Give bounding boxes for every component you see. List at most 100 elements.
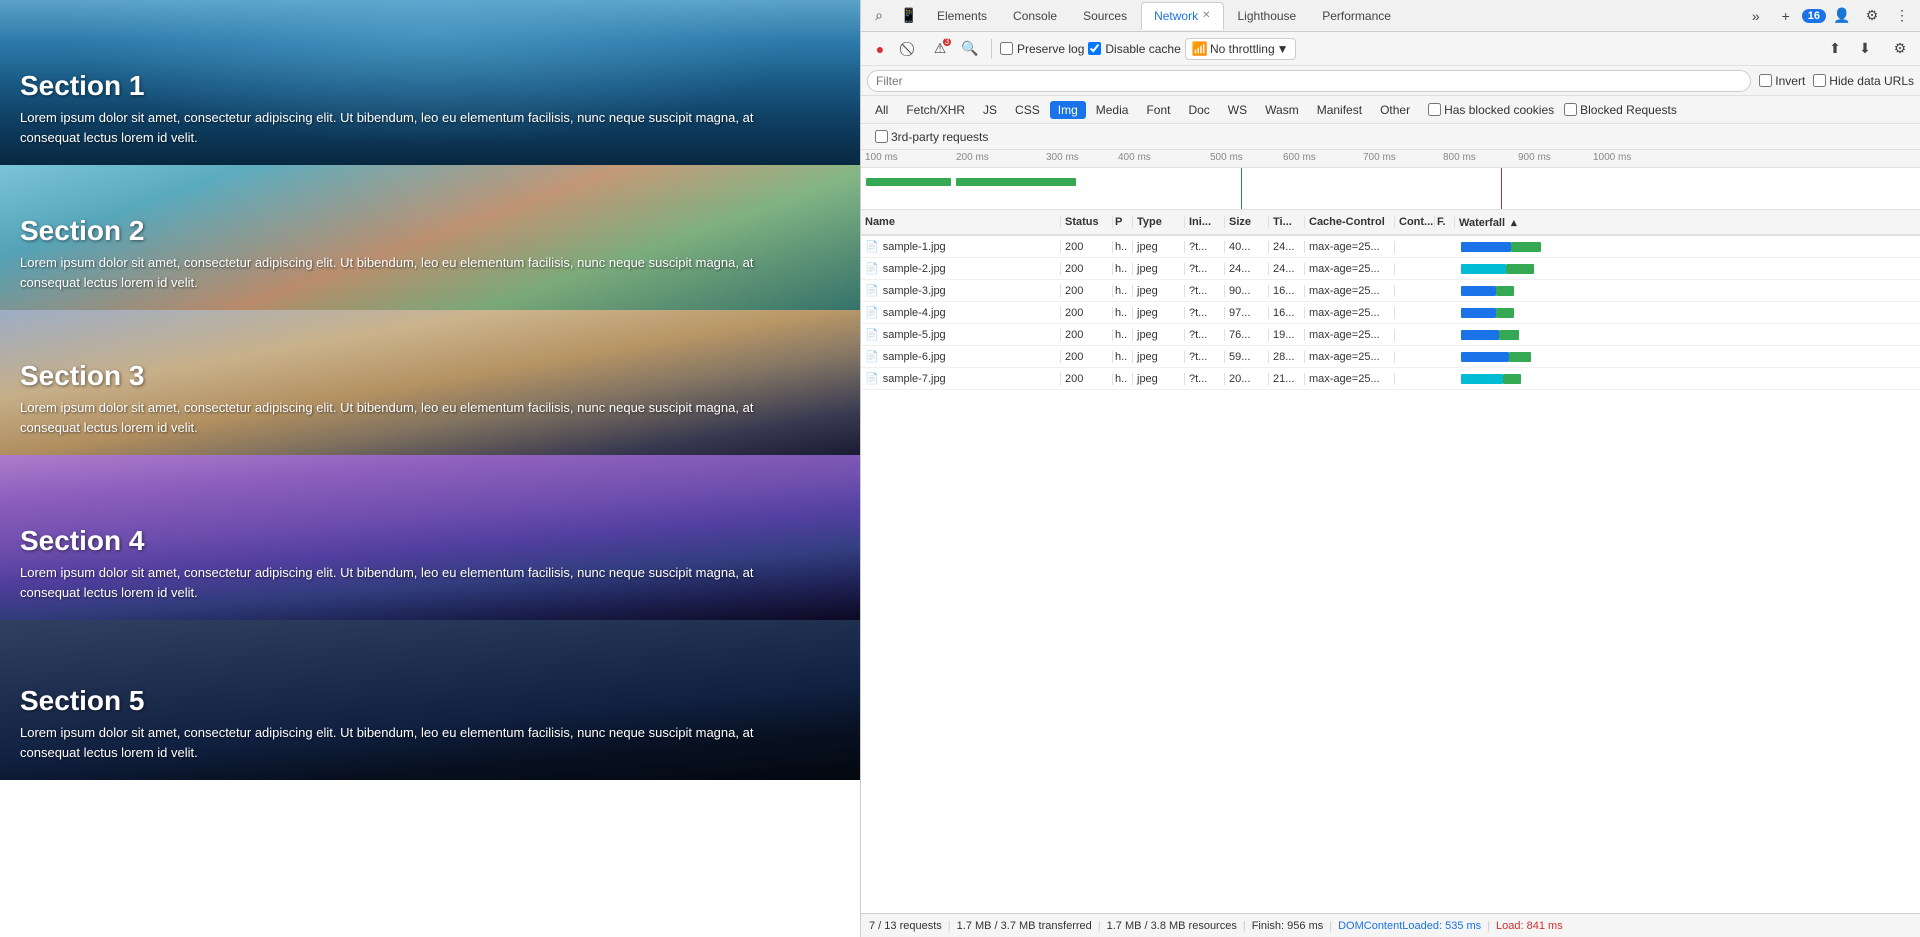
col-header-cache[interactable]: Cache-Control bbox=[1305, 216, 1395, 228]
add-tab-button[interactable]: + bbox=[1772, 2, 1800, 30]
preserve-log-label: Preserve log bbox=[1017, 42, 1084, 56]
record-button[interactable]: ● bbox=[867, 36, 893, 62]
section-4-title: Section 4 bbox=[20, 525, 840, 557]
type-btn-fetchxhr[interactable]: Fetch/XHR bbox=[898, 101, 973, 119]
devtools-inspect-button[interactable]: ⌕ bbox=[865, 2, 893, 30]
import-button[interactable]: ⬆ bbox=[1822, 36, 1848, 62]
cell-time-2: 16... bbox=[1269, 285, 1305, 297]
col-header-time[interactable]: Ti... bbox=[1269, 216, 1305, 228]
col-header-size[interactable]: Size bbox=[1225, 216, 1269, 228]
cell-ini-1: ?t... bbox=[1185, 263, 1225, 275]
col-header-name[interactable]: Name bbox=[861, 216, 1061, 228]
section-5-title: Section 5 bbox=[20, 685, 840, 717]
tab-elements[interactable]: Elements bbox=[925, 2, 999, 30]
waterfall-bar-container-3 bbox=[1459, 306, 1916, 320]
table-row[interactable]: 📄sample-5.jpg 200 h.. jpeg ?t... 76... 1… bbox=[861, 324, 1920, 346]
col-header-cont[interactable]: Cont... bbox=[1395, 216, 1435, 228]
cell-time-6: 21... bbox=[1269, 373, 1305, 385]
disable-cache-checkbox[interactable] bbox=[1088, 42, 1101, 55]
preserve-log-checkbox-label[interactable]: Preserve log bbox=[1000, 42, 1084, 56]
status-load: Load: 841 ms bbox=[1496, 920, 1563, 932]
cell-ini-6: ?t... bbox=[1185, 373, 1225, 385]
error-badge-button[interactable]: ⚠ 3 bbox=[927, 36, 953, 62]
invert-checkbox-label[interactable]: Invert bbox=[1759, 74, 1805, 88]
has-blocked-cookies-label[interactable]: Has blocked cookies bbox=[1428, 103, 1554, 117]
timeline-chart[interactable] bbox=[861, 168, 1920, 210]
type-btn-manifest[interactable]: Manifest bbox=[1309, 101, 1370, 119]
tab-lighthouse[interactable]: Lighthouse bbox=[1226, 2, 1309, 30]
tab-network-close-icon[interactable]: ✕ bbox=[1202, 10, 1210, 21]
tab-console[interactable]: Console bbox=[1001, 2, 1069, 30]
type-btn-font[interactable]: Font bbox=[1138, 101, 1178, 119]
type-btn-css[interactable]: CSS bbox=[1007, 101, 1048, 119]
blocked-requests-text: Blocked Requests bbox=[1580, 103, 1677, 117]
tab-network[interactable]: Network ✕ bbox=[1141, 2, 1223, 30]
waterfall-bar-blue-6 bbox=[1461, 374, 1503, 384]
col-header-p[interactable]: P bbox=[1113, 216, 1133, 228]
hide-data-urls-checkbox[interactable] bbox=[1813, 74, 1826, 87]
type-btn-wasm[interactable]: Wasm bbox=[1257, 101, 1307, 119]
col-header-ini[interactable]: Ini... bbox=[1185, 216, 1225, 228]
invert-checkbox[interactable] bbox=[1759, 74, 1772, 87]
waterfall-bar-container-1 bbox=[1459, 262, 1916, 276]
devtools-panel: ⌕ 📱 Elements Console Sources Network ✕ L… bbox=[860, 0, 1920, 937]
3rdparty-checkbox[interactable] bbox=[875, 130, 888, 143]
section-5-text: Lorem ipsum dolor sit amet, consectetur … bbox=[20, 723, 770, 762]
col-header-f[interactable]: F. bbox=[1435, 216, 1455, 228]
type-btn-doc[interactable]: Doc bbox=[1180, 101, 1217, 119]
3rdparty-label[interactable]: 3rd-party requests bbox=[875, 130, 988, 144]
file-icon-2: 📄 bbox=[865, 285, 879, 297]
cell-type-5: jpeg bbox=[1133, 351, 1185, 363]
cell-ini-4: ?t... bbox=[1185, 329, 1225, 341]
type-btn-img[interactable]: Img bbox=[1050, 101, 1086, 119]
hide-data-urls-label: Hide data URLs bbox=[1829, 74, 1914, 88]
cell-ini-0: ?t... bbox=[1185, 241, 1225, 253]
cell-size-2: 90... bbox=[1225, 285, 1269, 297]
throttling-dropdown[interactable]: 📶 No throttling ▼ bbox=[1185, 38, 1296, 60]
disable-cache-checkbox-label[interactable]: Disable cache bbox=[1088, 42, 1180, 56]
type-btn-all[interactable]: All bbox=[867, 101, 896, 119]
type-btn-other[interactable]: Other bbox=[1372, 101, 1418, 119]
filter-input[interactable] bbox=[867, 70, 1751, 92]
devtools-3rdparty-bar: 3rd-party requests bbox=[861, 124, 1920, 150]
more-options-button[interactable]: ⋮ bbox=[1888, 2, 1916, 30]
type-btn-ws[interactable]: WS bbox=[1220, 101, 1255, 119]
col-header-status[interactable]: Status bbox=[1061, 216, 1113, 228]
search-button[interactable]: 🔍 bbox=[957, 36, 983, 62]
network-settings-button[interactable]: ⚙ bbox=[1886, 35, 1914, 63]
blocked-requests-label[interactable]: Blocked Requests bbox=[1564, 103, 1677, 117]
tab-sources[interactable]: Sources bbox=[1071, 2, 1139, 30]
clear-button[interactable]: ⃠ bbox=[897, 36, 923, 62]
cell-cache-4: max-age=25... bbox=[1305, 329, 1395, 341]
profile-button[interactable]: 👤 bbox=[1828, 2, 1856, 30]
has-blocked-cookies-checkbox[interactable] bbox=[1428, 103, 1441, 116]
cell-ini-3: ?t... bbox=[1185, 307, 1225, 319]
devtools-device-button[interactable]: 📱 bbox=[895, 2, 923, 30]
cell-name-4: 📄sample-5.jpg bbox=[861, 328, 1061, 341]
tab-performance[interactable]: Performance bbox=[1310, 2, 1403, 30]
type-btn-js[interactable]: JS bbox=[975, 101, 1005, 119]
cell-type-4: jpeg bbox=[1133, 329, 1185, 341]
settings-button[interactable]: ⚙ bbox=[1858, 2, 1886, 30]
cell-waterfall-2 bbox=[1455, 284, 1920, 298]
table-row[interactable]: 📄sample-7.jpg 200 h.. jpeg ?t... 20... 2… bbox=[861, 368, 1920, 390]
ruler-tick-500: 500 ms bbox=[1208, 150, 1243, 163]
table-row[interactable]: 📄sample-4.jpg 200 h.. jpeg ?t... 97... 1… bbox=[861, 302, 1920, 324]
table-row[interactable]: 📄sample-3.jpg 200 h.. jpeg ?t... 90... 1… bbox=[861, 280, 1920, 302]
col-header-waterfall[interactable]: Waterfall ▴ bbox=[1455, 216, 1920, 229]
hide-data-urls-checkbox-label[interactable]: Hide data URLs bbox=[1813, 74, 1914, 88]
cell-status-2: 200 bbox=[1061, 285, 1113, 297]
table-row[interactable]: 📄sample-1.jpg 200 h.. jpeg ?t... 40... 2… bbox=[861, 236, 1920, 258]
type-btn-media[interactable]: Media bbox=[1088, 101, 1137, 119]
table-row[interactable]: 📄sample-6.jpg 200 h.. jpeg ?t... 59... 2… bbox=[861, 346, 1920, 368]
devtools-network-table[interactable]: Name Status P Type Ini... Size Ti... Cac… bbox=[861, 210, 1920, 913]
col-header-type[interactable]: Type bbox=[1133, 216, 1185, 228]
has-blocked-cookies-text: Has blocked cookies bbox=[1444, 103, 1554, 117]
blocked-requests-checkbox[interactable] bbox=[1564, 103, 1577, 116]
issues-badge[interactable]: 16 bbox=[1802, 9, 1826, 23]
export-button[interactable]: ⬇ bbox=[1852, 36, 1878, 62]
table-row[interactable]: 📄sample-2.jpg 200 h.. jpeg ?t... 24... 2… bbox=[861, 258, 1920, 280]
preserve-log-checkbox[interactable] bbox=[1000, 42, 1013, 55]
waterfall-bar-container-4 bbox=[1459, 328, 1916, 342]
tab-overflow-button[interactable]: » bbox=[1742, 2, 1770, 30]
